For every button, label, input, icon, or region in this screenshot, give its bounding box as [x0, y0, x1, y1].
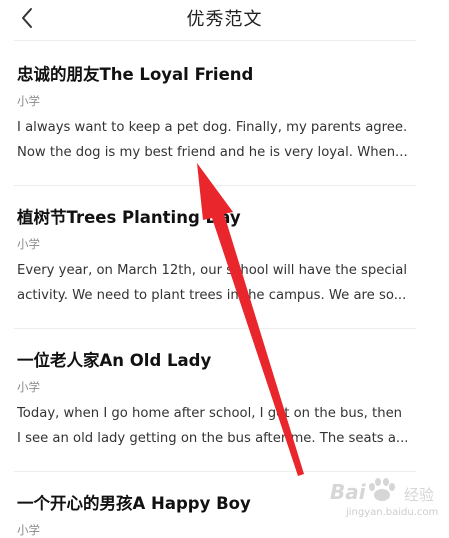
watermark-subtitle: 经验	[404, 486, 435, 504]
watermark-logo-text: Bai	[330, 480, 366, 504]
baidu-jingyan-watermark: Bai 经验 jingyan.baidu.com	[330, 476, 440, 524]
excerpt-line: I see an old lady getting on the bus aft…	[17, 431, 409, 446]
article-excerpt: Today, when I go home after school, I ge…	[17, 401, 417, 451]
article-grade-tag: 小学	[17, 94, 40, 108]
paw-icon	[369, 478, 395, 501]
article-item[interactable]: 忠诚的朋友The Loyal Friend 小学 I always want t…	[17, 61, 437, 186]
article-title: 忠诚的朋友The Loyal Friend	[17, 65, 254, 84]
article-excerpt: Every year, on March 12th, our school wi…	[17, 258, 417, 308]
header-divider	[14, 40, 416, 41]
article-title: 植树节Trees Planting Day	[17, 208, 241, 227]
excerpt-line: Every year, on March 12th, our school wi…	[17, 263, 408, 278]
article-grade-tag: 小学	[17, 380, 40, 394]
page-title: 优秀范文	[186, 9, 263, 30]
top-nav-bar: 优秀范文	[0, 0, 449, 40]
article-item[interactable]: 植树节Trees Planting Day 小学 Every year, on …	[17, 204, 437, 329]
excerpt-line: Today, when I go home after school, I ge…	[17, 406, 403, 421]
article-divider	[14, 185, 416, 186]
article-grade-tag: 小学	[17, 523, 40, 537]
article-title: 一个开心的男孩A Happy Boy	[17, 494, 251, 513]
article-divider	[14, 328, 416, 329]
article-title: 一位老人家An Old Lady	[17, 351, 212, 370]
excerpt-line: Now the dog is my best friend and he is …	[17, 145, 408, 160]
article-excerpt: I always want to keep a pet dog. Finally…	[17, 115, 417, 165]
article-divider	[14, 471, 416, 472]
excerpt-line: I always want to keep a pet dog. Finally…	[17, 120, 408, 135]
article-grade-tag: 小学	[17, 237, 40, 251]
article-item[interactable]: 一位老人家An Old Lady 小学 Today, when I go hom…	[17, 347, 437, 472]
excerpt-line: activity. We need to plant trees in the …	[17, 288, 407, 303]
watermark-url: jingyan.baidu.com	[346, 507, 439, 518]
